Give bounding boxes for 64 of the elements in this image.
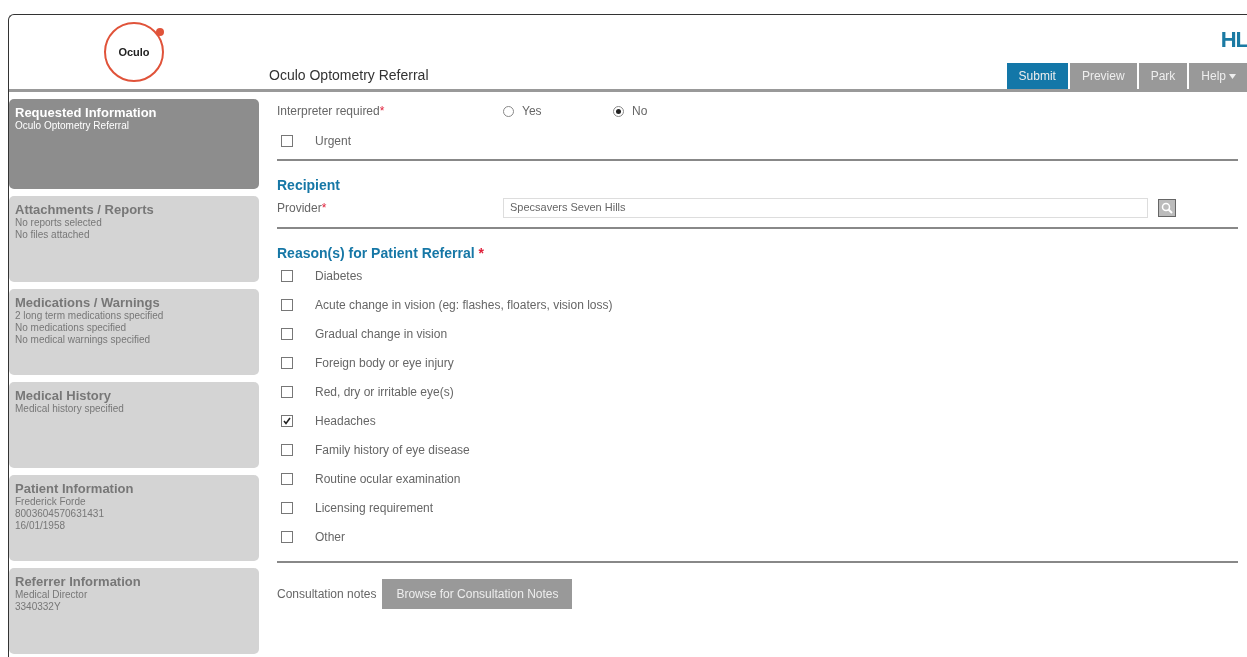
card-detail: 3340332Y xyxy=(15,601,62,613)
sidebar-card[interactable]: Requested Information Oculo Optometry Referral xyxy=(9,99,259,189)
sidebar-card[interactable]: Referrer Information Medical Director 3340332Y xyxy=(9,568,259,654)
sidebar-card[interactable]: Patient Information Frederick Forde 8003604570631431 16/01/1958 xyxy=(9,475,259,561)
field-label: Consultation notes xyxy=(277,587,377,601)
oculo-logo: Oculo xyxy=(104,22,164,82)
checkbox-label: Acute change in vision (eg: flashes, floaters, vision loss) xyxy=(315,297,613,312)
search-icon xyxy=(1161,202,1173,214)
card-detail: 2 long term medications specified xyxy=(15,310,165,322)
checkbox[interactable] xyxy=(281,414,293,427)
checkbox-label: Headaches xyxy=(315,413,376,428)
radio-label: Yes xyxy=(522,104,542,118)
checkbox-label: Gradual change in vision xyxy=(315,326,448,341)
checkbox[interactable] xyxy=(281,530,293,543)
toolbar-button[interactable]: Park xyxy=(1138,63,1188,89)
section-heading: Reason(s) for Patient Referral * xyxy=(277,244,485,261)
checkbox[interactable] xyxy=(281,327,293,340)
checkbox-label: Red, dry or irritable eye(s) xyxy=(315,384,454,399)
card-title: Medical History xyxy=(15,388,113,403)
toolbar-button[interactable]: Preview xyxy=(1069,63,1137,89)
card-title: Referrer Information xyxy=(15,574,142,589)
card-detail: No reports selected xyxy=(15,217,103,229)
card-detail: No medications specified xyxy=(15,322,128,334)
toolbar-button[interactable]: Submit xyxy=(1006,63,1068,89)
section-heading: Recipient xyxy=(277,176,341,193)
field-label: Interpreter required* xyxy=(277,104,386,118)
browse-button[interactable]: Browse for Consultation Notes xyxy=(382,579,573,609)
card-title: Requested Information xyxy=(15,105,158,120)
checkbox-label: Licensing requirement xyxy=(315,500,434,515)
checkbox[interactable] xyxy=(281,134,293,147)
field-label: Provider* xyxy=(277,201,328,215)
card-detail: Oculo Optometry Referral xyxy=(15,120,130,132)
checkbox[interactable] xyxy=(281,269,293,282)
checkbox[interactable] xyxy=(281,501,293,514)
checkbox-label: Diabetes xyxy=(315,268,363,283)
card-title: Medications / Warnings xyxy=(15,295,161,310)
checkbox-label: Foreign body or eye injury xyxy=(315,355,454,370)
radio-label: No xyxy=(632,104,648,118)
card-detail: Medical history specified xyxy=(15,403,125,415)
sidebar-card[interactable]: Attachments / Reports No reports selected No files attached xyxy=(9,196,259,282)
sidebar-card[interactable]: Medical History Medical history specified xyxy=(9,382,259,468)
checkbox[interactable] xyxy=(281,356,293,369)
provider-field[interactable]: Specsavers Seven Hills xyxy=(503,198,1148,218)
card-detail: Frederick Forde xyxy=(15,496,87,508)
card-detail: No medical warnings specified xyxy=(15,334,152,346)
card-detail: No files attached xyxy=(15,229,91,241)
form-title: Oculo Optometry Referral xyxy=(269,67,429,85)
card-detail: Medical Director xyxy=(15,589,89,601)
checkbox[interactable] xyxy=(281,443,293,456)
brand-logo: HL xyxy=(1220,27,1247,53)
sidebar-card[interactable]: Medications / Warnings 2 long term medications specified No medications specified No medical warnings specified xyxy=(9,289,259,375)
checkbox-label: Routine ocular examination xyxy=(315,471,461,486)
card-detail: 8003604570631431 xyxy=(15,508,105,520)
card-title: Patient Information xyxy=(15,481,135,496)
toolbar-button[interactable]: Help xyxy=(1189,63,1247,89)
checkbox[interactable] xyxy=(281,298,293,311)
checkbox[interactable] xyxy=(281,472,293,485)
checkbox-label: Family history of eye disease xyxy=(315,442,470,457)
search-button[interactable] xyxy=(1158,199,1176,217)
checkbox-label: Urgent xyxy=(315,133,352,148)
card-title: Attachments / Reports xyxy=(15,202,155,217)
checkbox-label: Other xyxy=(315,529,345,544)
card-detail: 16/01/1958 xyxy=(15,520,67,532)
checkbox[interactable] xyxy=(281,385,293,398)
